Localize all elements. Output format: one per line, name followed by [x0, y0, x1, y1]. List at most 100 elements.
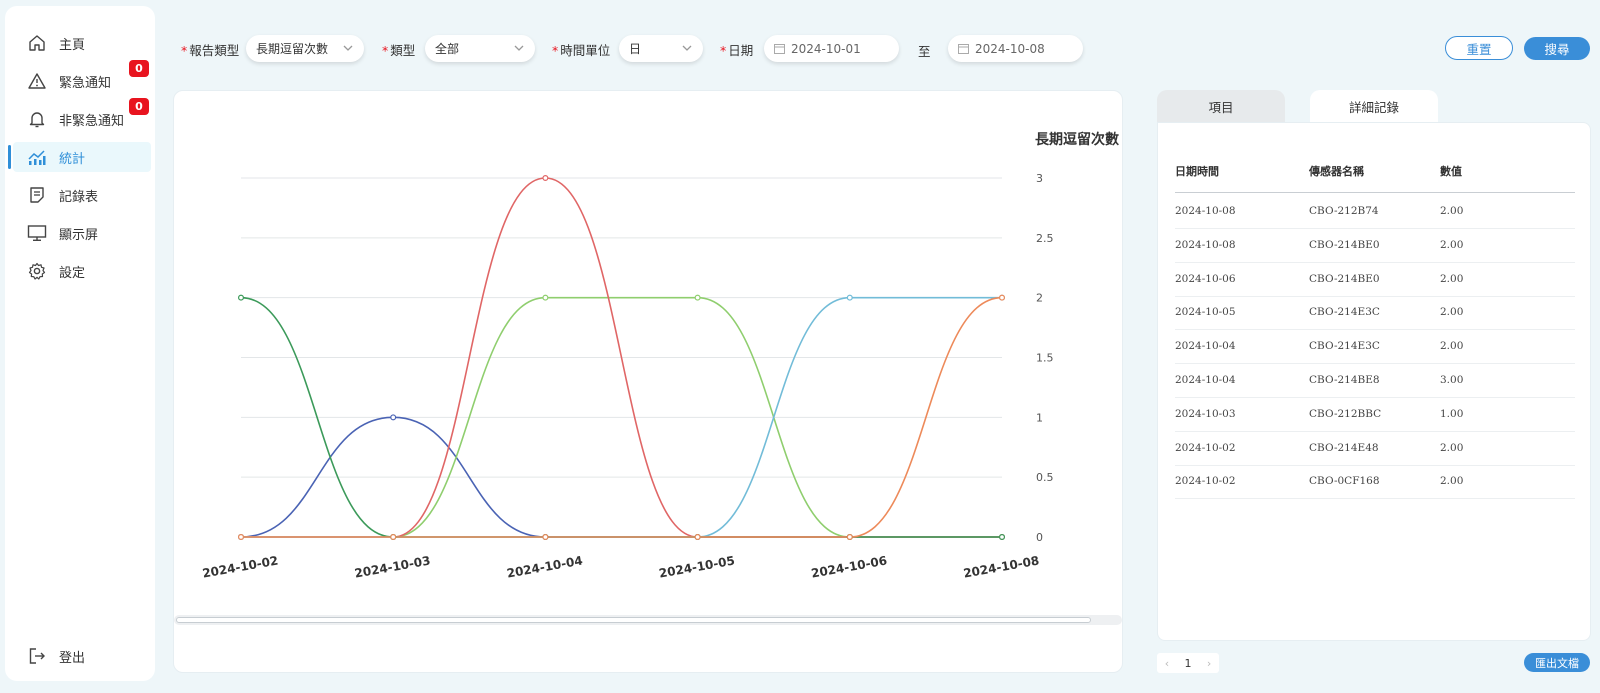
table-row: 2024-10-02 CBO-0CF168 2.00 — [1175, 465, 1575, 500]
table-row: 2024-10-03 CBO-212BBC 1.00 — [1175, 398, 1575, 432]
data-point[interactable] — [694, 294, 701, 301]
logout-button[interactable]: 登出 — [13, 641, 151, 671]
y-tick-label: 3 — [1036, 172, 1043, 185]
bell-icon — [27, 109, 47, 129]
y-axis-title: 長期逗留次數 — [1035, 131, 1119, 148]
header-value: 數值 — [1440, 165, 1462, 178]
row-value: 2.00 — [1440, 441, 1464, 454]
data-point[interactable] — [998, 294, 1005, 301]
row-value: 2.00 — [1440, 340, 1464, 353]
data-point[interactable] — [390, 534, 397, 541]
report-type-value: 長期逗留次數 — [256, 42, 329, 56]
x-tick-label: 2024-10-06 — [810, 554, 888, 581]
time-unit-select[interactable]: 日 — [619, 35, 703, 62]
table-row: 2024-10-08 CBO-214BE0 2.00 — [1175, 229, 1575, 263]
warning-icon — [27, 71, 47, 91]
report-type-label: * 報告類型 — [181, 43, 240, 58]
data-point[interactable] — [237, 294, 244, 301]
y-tick-label: 0 — [1036, 531, 1043, 544]
table-header: 日期時間 傳感器名稱 數值 — [1175, 153, 1575, 193]
sidebar-item-urgent-notice[interactable]: 緊急通知 0 — [13, 60, 151, 96]
x-tick-label: 2024-10-04 — [506, 554, 584, 581]
notification-badge: 0 — [129, 60, 149, 77]
chart-scrollbar[interactable] — [174, 615, 1122, 625]
prev-page-button[interactable]: ‹ — [1165, 657, 1169, 670]
y-tick-label: 0.5 — [1036, 471, 1054, 484]
sidebar-item-label: 統計 — [59, 151, 86, 167]
document-icon — [27, 185, 47, 205]
notification-badge: 0 — [129, 98, 149, 115]
type-select[interactable]: 全部 — [425, 35, 535, 62]
row-sensor-name: CBO-212B74 — [1309, 205, 1379, 217]
chart-scroll-thumb[interactable] — [176, 617, 1091, 623]
sidebar-item-records[interactable]: 記錄表 — [13, 180, 151, 210]
sidebar-item-display[interactable]: 顯示屏 — [13, 218, 151, 248]
table-row: 2024-10-04 CBO-214E3C 2.00 — [1175, 330, 1575, 365]
line-chart: 長期逗留次數 0 0.5 1 1.5 2 2.5 3 2024-10-02 2024-10-0… — [201, 131, 1119, 581]
data-point[interactable] — [846, 534, 853, 541]
chevron-down-icon — [513, 42, 525, 57]
sidebar-item-home[interactable]: 主頁 — [13, 28, 151, 58]
sidebar-item-label: 主頁 — [59, 37, 86, 53]
type-value: 全部 — [435, 42, 460, 56]
row-datetime: 2024-10-08 — [1175, 238, 1236, 251]
data-point[interactable] — [694, 534, 701, 541]
row-value: 1.00 — [1440, 407, 1464, 420]
sidebar-item-label: 非緊急通知 — [59, 113, 125, 129]
row-datetime: 2024-10-02 — [1175, 475, 1236, 488]
row-value: 2.00 — [1440, 238, 1464, 251]
data-point[interactable] — [846, 294, 853, 301]
chart-icon — [27, 147, 47, 167]
time-unit-value: 日 — [629, 42, 642, 56]
data-point[interactable] — [542, 294, 549, 301]
date-label: * 日期 — [720, 43, 754, 58]
row-sensor-name: CBO-214E3C — [1309, 340, 1380, 353]
type-label: * 類型 — [382, 43, 416, 58]
monitor-icon — [27, 223, 47, 243]
data-point[interactable] — [390, 414, 397, 421]
data-point[interactable] — [237, 534, 244, 541]
calendar-icon — [958, 43, 969, 54]
data-point[interactable] — [998, 534, 1005, 541]
row-datetime: 2024-10-02 — [1175, 441, 1236, 454]
row-datetime: 2024-10-04 — [1175, 374, 1236, 386]
tab-items[interactable]: 項目 — [1157, 90, 1285, 123]
table-row: 2024-10-08 CBO-212B74 2.00 — [1175, 195, 1575, 229]
date-to-input[interactable]: 2024-10-08 — [948, 35, 1083, 62]
sidebar-item-statistics[interactable]: 統計 — [8, 142, 151, 172]
row-datetime: 2024-10-03 — [1175, 407, 1236, 420]
row-value: 2.00 — [1440, 475, 1464, 488]
sidebar-item-label: 緊急通知 — [59, 75, 112, 91]
current-page[interactable]: 1 — [1184, 657, 1191, 670]
row-value: 2.00 — [1440, 306, 1464, 319]
row-sensor-name: CBO-214BE8 — [1309, 374, 1380, 386]
calendar-icon — [774, 43, 785, 54]
row-datetime: 2024-10-05 — [1175, 306, 1236, 319]
gear-icon — [27, 261, 47, 281]
table-row: 2024-10-02 CBO-214E48 2.00 — [1175, 432, 1575, 466]
date-to-value: 2024-10-08 — [975, 41, 1045, 56]
sidebar-item-settings[interactable]: 設定 — [13, 256, 151, 286]
header-datetime: 日期時間 — [1175, 165, 1219, 178]
row-datetime: 2024-10-06 — [1175, 272, 1236, 285]
next-page-button[interactable]: › — [1207, 657, 1211, 670]
data-point[interactable] — [542, 534, 549, 541]
y-tick-label: 1.5 — [1036, 352, 1054, 365]
logout-label: 登出 — [59, 650, 86, 666]
export-document-button[interactable]: 匯出文檔 — [1524, 653, 1590, 672]
report-type-select[interactable]: 長期逗留次數 — [246, 35, 364, 62]
date-from-input[interactable]: 2024-10-01 — [764, 35, 899, 62]
chart-panel: 長期逗留次數 0 0.5 1 1.5 2 2.5 3 2024-10-02 2024-10-0… — [173, 90, 1123, 673]
table-row: 2024-10-06 CBO-214BE0 2.00 — [1175, 263, 1575, 297]
y-tick-label: 1 — [1036, 411, 1043, 424]
sidebar-item-label: 記錄表 — [59, 189, 99, 205]
sidebar-item-label: 設定 — [59, 265, 86, 281]
reset-button[interactable]: 重置 — [1445, 36, 1513, 60]
row-sensor-name: CBO-212BBC — [1309, 407, 1382, 420]
sidebar-item-non-urgent-notice[interactable]: 非緊急通知 0 — [13, 98, 151, 134]
row-sensor-name: CBO-0CF168 — [1309, 475, 1380, 488]
data-point[interactable] — [542, 174, 549, 181]
row-datetime: 2024-10-04 — [1175, 340, 1236, 353]
search-button[interactable]: 搜尋 — [1524, 37, 1590, 60]
tab-detail-records[interactable]: 詳細記錄 — [1310, 90, 1438, 123]
